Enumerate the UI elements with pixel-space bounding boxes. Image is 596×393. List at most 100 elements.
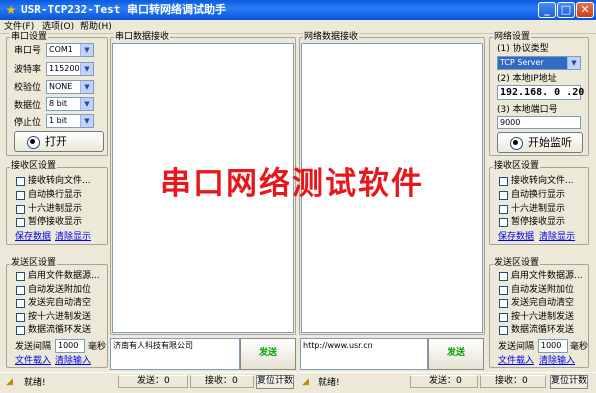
- protocol-select[interactable]: TCP Server ▼: [497, 56, 581, 70]
- parity-label: 校验位: [14, 83, 42, 93]
- serial-settings-title: 串口设置: [10, 32, 49, 42]
- protocol-value: TCP Server: [500, 58, 544, 67]
- databits-value: 8 bit: [49, 99, 68, 108]
- left-sent-count: 发送：0: [118, 375, 188, 388]
- ip-input[interactable]: 192.168. 0 .20: [497, 85, 584, 100]
- open-port-button[interactable]: 打开: [14, 131, 104, 152]
- right-status-text: 就绪!: [318, 378, 340, 388]
- chevron-down-icon: ▼: [80, 98, 93, 110]
- right-reset-count-button[interactable]: 复位计数: [550, 375, 588, 389]
- left-file-source-label: 启用文件数据源...: [28, 271, 100, 281]
- stopbits-value: 1 bit: [49, 116, 68, 125]
- right-interval-unit: 毫秒: [570, 342, 589, 352]
- stopbits-select[interactable]: 1 bit ▼: [46, 114, 94, 128]
- databits-select[interactable]: 8 bit ▼: [46, 97, 94, 111]
- close-button[interactable]: ✕: [576, 2, 594, 18]
- network-settings-title: 网络设置: [493, 32, 532, 42]
- parity-value: NONE: [49, 82, 73, 91]
- left-hex-display-label: 十六进制显示: [28, 204, 83, 214]
- status-icon: ◢: [302, 377, 309, 387]
- network-recv-title: 网络数据接收: [303, 32, 360, 42]
- left-auto-clear-label: 发送完自动清空: [28, 298, 92, 308]
- left-reset-count-button[interactable]: 复位计数: [256, 375, 294, 389]
- right-recv-count: 接收：0: [480, 375, 546, 388]
- left-auto-wrap-label: 自动换行显示: [28, 190, 83, 200]
- port-select[interactable]: COM1 ▼: [46, 43, 94, 57]
- right-send-settings-title: 发送区设置: [493, 258, 541, 268]
- right-save-data-link[interactable]: 保存数据: [498, 232, 534, 243]
- open-port-label: 打开: [45, 135, 67, 148]
- right-auto-clear-label: 发送完自动清空: [511, 298, 575, 308]
- start-listen-button[interactable]: 开始监听: [497, 132, 583, 153]
- right-hex-display-checkbox[interactable]: [499, 205, 508, 214]
- left-recv-count: 接收：0: [190, 375, 254, 388]
- right-hex-send-label: 按十六进制发送: [511, 312, 575, 322]
- menu-help[interactable]: 帮助(H): [80, 21, 112, 33]
- right-auto-wrap-checkbox[interactable]: [499, 191, 508, 200]
- port-value: COM1: [49, 45, 73, 54]
- left-clear-input-link[interactable]: 清除输入: [55, 356, 91, 367]
- right-file-source-label: 启用文件数据源...: [511, 271, 583, 281]
- right-interval-input[interactable]: 1000: [538, 339, 568, 353]
- baud-select[interactable]: 115200 ▼: [46, 62, 94, 76]
- chevron-down-icon: ▼: [80, 44, 93, 56]
- window-title: USR-TCP232-Test 串口转网络调试助手: [21, 3, 226, 16]
- right-pause-display-checkbox[interactable]: [499, 218, 508, 227]
- status-icon: ◢: [6, 377, 13, 387]
- chevron-down-icon: ▼: [80, 81, 93, 93]
- right-auto-append-label: 自动发送附加位: [511, 285, 575, 295]
- left-status-text: 就绪!: [24, 378, 46, 388]
- right-hex-send-checkbox[interactable]: [499, 313, 508, 322]
- right-recv-settings-title: 接收区设置: [493, 161, 541, 171]
- ip-label: (2) 本地IP地址: [497, 74, 557, 84]
- maximize-button[interactable]: □: [557, 2, 575, 18]
- left-save-data-link[interactable]: 保存数据: [15, 232, 51, 243]
- chevron-down-icon: ▼: [80, 115, 93, 127]
- minimize-button[interactable]: _: [538, 2, 556, 18]
- network-send-button[interactable]: 发送: [428, 338, 484, 370]
- right-interval-label: 发送间隔: [498, 342, 535, 352]
- chevron-down-icon: ▼: [567, 57, 580, 69]
- network-send-input[interactable]: http://www.usr.cn: [300, 338, 428, 370]
- port-label: 串口号: [14, 46, 42, 56]
- right-clear-display-link[interactable]: 清除显示: [539, 232, 575, 243]
- left-hex-send-checkbox[interactable]: [16, 313, 25, 322]
- right-file-source-checkbox[interactable]: [499, 272, 508, 281]
- parity-select[interactable]: NONE ▼: [46, 80, 94, 94]
- serial-send-button[interactable]: 发送: [240, 338, 296, 370]
- left-auto-append-checkbox[interactable]: [16, 286, 25, 295]
- right-recv-to-file-label: 接收转向文件...: [511, 176, 574, 186]
- left-recv-to-file-checkbox[interactable]: [16, 177, 25, 186]
- left-pause-display-checkbox[interactable]: [16, 218, 25, 227]
- left-auto-clear-checkbox[interactable]: [16, 299, 25, 308]
- left-file-source-checkbox[interactable]: [16, 272, 25, 281]
- right-clear-input-link[interactable]: 清除输入: [539, 356, 575, 367]
- left-loop-send-checkbox[interactable]: [16, 326, 25, 335]
- baud-label: 波特率: [14, 65, 42, 75]
- right-recv-to-file-checkbox[interactable]: [499, 177, 508, 186]
- right-loop-send-label: 数据流循环发送: [511, 325, 575, 335]
- left-interval-input[interactable]: 1000: [55, 339, 85, 353]
- right-auto-append-checkbox[interactable]: [499, 286, 508, 295]
- left-interval-label: 发送间隔: [15, 342, 52, 352]
- right-auto-clear-checkbox[interactable]: [499, 299, 508, 308]
- left-hex-send-label: 按十六进制发送: [28, 312, 92, 322]
- right-auto-wrap-label: 自动换行显示: [511, 190, 566, 200]
- local-port-label: (3) 本地端口号: [497, 105, 558, 115]
- right-sent-count: 发送：0: [410, 375, 478, 388]
- local-port-input[interactable]: 9000: [497, 116, 581, 129]
- serial-send-input[interactable]: 济南有人科技有限公司: [110, 338, 240, 370]
- start-listen-label: 开始监听: [528, 136, 572, 149]
- left-hex-display-checkbox[interactable]: [16, 205, 25, 214]
- right-file-load-link[interactable]: 文件载入: [498, 356, 534, 367]
- left-file-load-link[interactable]: 文件载入: [15, 356, 51, 367]
- right-loop-send-checkbox[interactable]: [499, 326, 508, 335]
- stopbits-label: 停止位: [14, 118, 42, 128]
- left-auto-wrap-checkbox[interactable]: [16, 191, 25, 200]
- left-interval-unit: 毫秒: [88, 342, 107, 352]
- serial-recv-title: 串口数据接收: [114, 32, 171, 42]
- left-clear-display-link[interactable]: 清除显示: [55, 232, 91, 243]
- left-pause-display-label: 暂停接收显示: [28, 217, 83, 227]
- databits-label: 数据位: [14, 101, 42, 111]
- radio-indicator-icon: [510, 137, 523, 150]
